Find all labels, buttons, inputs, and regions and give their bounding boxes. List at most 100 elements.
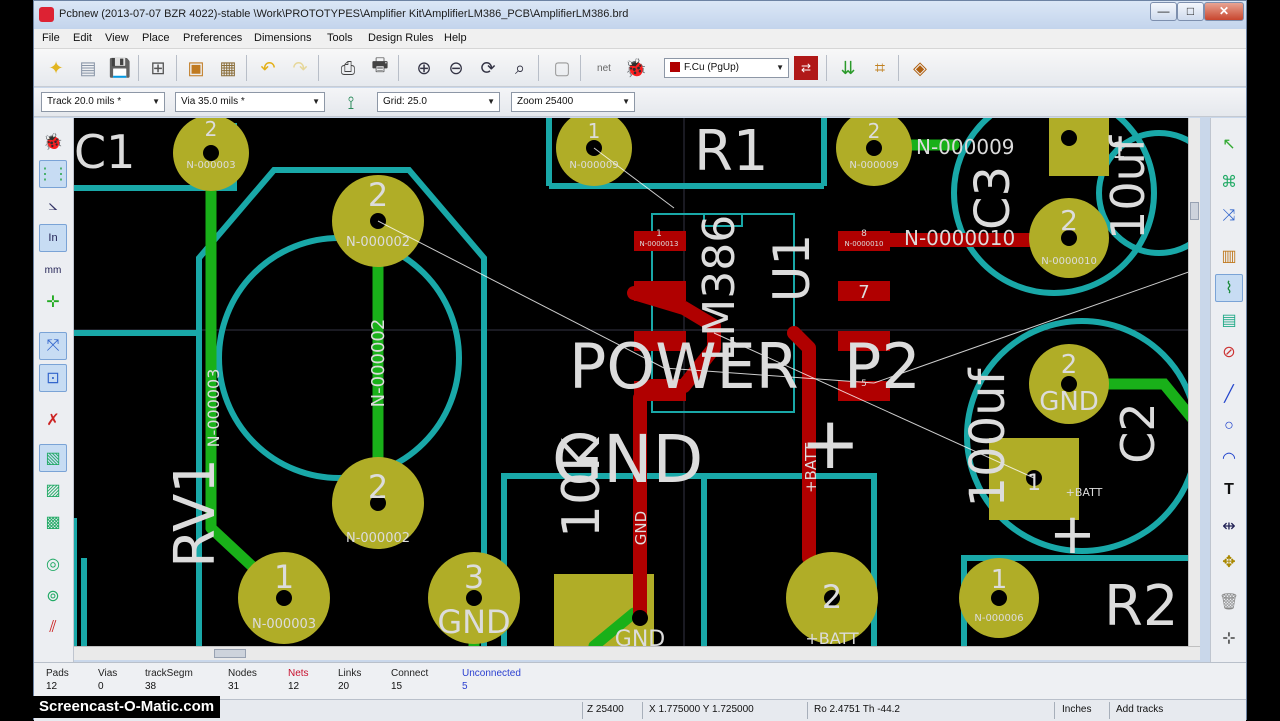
close-button[interactable]: ✕ [1204,2,1244,21]
auto-route-icon[interactable]: ⇊ [834,54,862,82]
pads-sketch-icon[interactable]: ◎ [39,550,67,578]
menu-edit[interactable]: Edit [73,32,92,44]
horizontal-scroll-thumb[interactable] [214,649,246,658]
netlist-icon[interactable]: net [590,54,618,82]
mm-units-icon[interactable]: mm [39,256,67,284]
page-settings-icon[interactable]: ⊞ [144,54,172,82]
net-label: GND [615,627,665,646]
pad-label: 2 [1061,350,1078,380]
value-10k: 10K [552,436,612,538]
add-line-icon[interactable]: ╱ [1215,380,1243,408]
add-keepout-icon[interactable]: ⊘ [1215,338,1243,366]
pcb-canvas[interactable]: 2 N-000003 2 N-000002 2 N-000002 1 N-000… [74,118,1200,646]
ref-r1: R1 [694,119,769,184]
right-tools-toolbar: ↖ ⌘ ⤨ ▥ ⌇ ▤ ⊘ ╱ ○ ◠ T ⇹ ✥ 🗑 ⊹ [1210,118,1246,662]
print-icon[interactable]: ⎙ [334,54,362,82]
module-editor-icon[interactable]: ▣ [182,54,210,82]
net-label: +BATT [805,629,859,646]
pad-label: 1 [588,119,601,143]
track-net-label: N-000003 [204,369,223,448]
track-width-select[interactable]: Track 20.0 mils * ▼ [41,92,165,112]
ref-c1: C1 [74,125,135,179]
delete-tool-icon[interactable]: 🗑 [1215,588,1243,616]
minimize-button[interactable]: — [1150,2,1177,21]
menu-place[interactable]: Place [142,32,170,44]
screencast-watermark: Screencast-O-Matic.com [33,696,221,718]
plot-icon[interactable]: 🖶 [366,54,394,82]
menu-file[interactable]: File [42,32,60,44]
pad-label: 2 [1060,204,1078,237]
module-viewer-icon[interactable]: ▦ [214,54,242,82]
stat-value-links: 20 [338,681,350,692]
maximize-button[interactable]: □ [1177,2,1204,21]
vertical-scroll-thumb[interactable] [1190,202,1199,220]
module-ratsnest-icon[interactable]: ⊡ [39,364,67,392]
title-bar[interactable]: Pcbnew (2013-07-07 BZR 4022)-stable \Wor… [34,1,1246,29]
new-board-icon[interactable]: ✦ [42,54,70,82]
ref-power: POWER [569,330,799,403]
zone-outline-icon[interactable]: ▨ [39,476,67,504]
add-arc-icon[interactable]: ◠ [1215,444,1243,472]
layer-select[interactable]: F.Cu (PgUp) ▼ [664,58,789,78]
zone-sketch-icon[interactable]: ▩ [39,508,67,536]
stat-value-unconnected: 5 [462,681,468,692]
add-target-icon[interactable]: ✥ [1215,548,1243,576]
zoom-fit-icon[interactable]: ⌕ [506,54,534,82]
local-ratsnest-icon[interactable]: ⤨ [1215,202,1243,230]
add-text-icon[interactable]: T [1215,476,1243,504]
undo-icon[interactable]: ↶ [254,54,282,82]
track-net-label: N-000002 [368,319,389,408]
highlight-net-icon[interactable]: ⌘ [1215,168,1243,196]
ref-plus-2: + [1049,502,1096,567]
polar-coords-icon[interactable]: ⦣ [39,192,67,220]
auto-place-icon[interactable]: ⌗ [866,54,894,82]
ratsnest-lines [377,147,1200,479]
auto-track-width-icon[interactable]: ⟟ [337,89,365,117]
inch-units-icon[interactable]: In [39,224,67,252]
vias-sketch-icon[interactable]: ⊚ [39,582,67,610]
zoom-out-icon[interactable]: ⊖ [442,54,470,82]
ratsnest-icon[interactable]: ⤧ [39,332,67,360]
aux-toolbar: Track 20.0 mils * ▼ Via 35.0 mils * ▼ ⟟ Gr… [34,88,1246,117]
via-layer-pair-icon[interactable]: ⇄ [794,56,818,80]
load-board-icon[interactable]: ▤ [74,54,102,82]
via-size-select[interactable]: Via 35.0 mils * ▼ [175,92,325,112]
menu-preferences[interactable]: Preferences [183,32,242,44]
menu-dimensions[interactable]: Dimensions [254,32,311,44]
grid-toggle-icon[interactable]: ⋮⋮ [37,160,69,188]
value-c3: 10uf [1101,134,1155,240]
tracks-sketch-icon[interactable]: ⫽ [39,614,67,642]
add-dimension-icon[interactable]: ⇹ [1215,512,1243,540]
script-icon[interactable]: ◈ [906,54,934,82]
horizontal-scrollbar[interactable] [74,646,1200,660]
redo-icon[interactable]: ↷ [286,54,314,82]
menu-view[interactable]: View [105,32,129,44]
select-tool-icon[interactable]: ↖ [1215,130,1243,158]
menu-tools[interactable]: Tools [327,32,353,44]
zone-fill-icon[interactable]: ▧ [39,444,67,472]
menu-design-rules[interactable]: Design Rules [368,32,433,44]
save-board-icon[interactable]: 💾 [106,54,134,82]
drc-bug-icon[interactable]: 🐞 [622,54,650,82]
drc-off-icon[interactable]: 🐞 [39,128,67,156]
zoom-in-icon[interactable]: ⊕ [410,54,438,82]
pad-label: 2 [822,578,842,616]
pad-label: 2 [868,119,881,143]
add-circle-icon[interactable]: ○ [1215,412,1243,440]
add-module-icon[interactable]: ▥ [1215,242,1243,270]
net-label: +BATT [1066,486,1103,499]
redraw-icon[interactable]: ⟳ [474,54,502,82]
track-width-value: Track 20.0 mils * [47,96,122,107]
find-icon[interactable]: ▢ [548,54,576,82]
add-tracks-icon[interactable]: ⌇ [1215,274,1243,302]
app-icon [39,7,54,22]
menu-help[interactable]: Help [444,32,467,44]
add-zones-icon[interactable]: ▤ [1215,306,1243,334]
auto-delete-tracks-icon[interactable]: ✗ [39,406,67,434]
set-origin-icon[interactable]: ⊹ [1215,624,1243,652]
cursor-shape-icon[interactable]: ✛ [39,288,67,316]
grid-select[interactable]: Grid: 25.0 ▼ [377,92,500,112]
zoom-select[interactable]: Zoom 25400 ▼ [511,92,635,112]
board-drawing: 2 N-000003 2 N-000002 2 N-000002 1 N-000… [74,118,1200,646]
vertical-scrollbar[interactable] [1188,118,1200,646]
